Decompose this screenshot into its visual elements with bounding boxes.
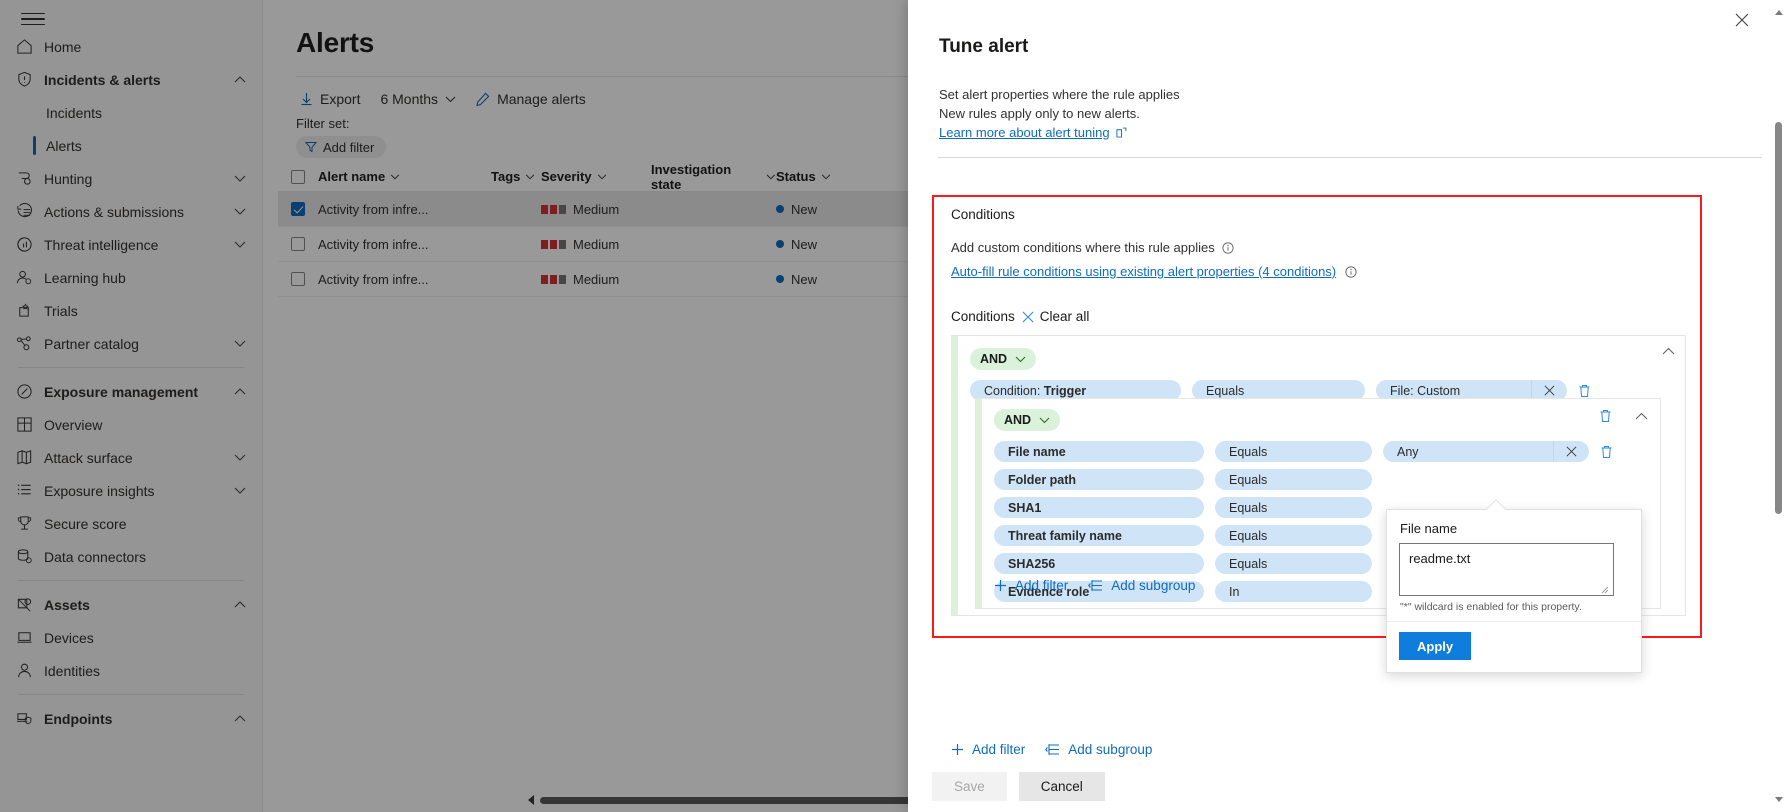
condition-property-pill[interactable]: Threat family name <box>994 525 1204 546</box>
conditions-title: Conditions <box>951 207 1015 222</box>
condition-operator-label: Equals <box>1229 529 1267 543</box>
resize-grip-icon[interactable] <box>1601 586 1609 594</box>
info-icon[interactable] <box>1222 242 1234 254</box>
scroll-up-arrow[interactable] <box>1775 10 1783 15</box>
cancel-button[interactable]: Cancel <box>1019 772 1105 801</box>
panel-description-line1: Set alert properties where the rule appl… <box>939 85 1180 104</box>
learn-more-link[interactable]: Learn more about alert tuning <box>939 123 1127 142</box>
learn-more-label: Learn more about alert tuning <box>939 123 1110 142</box>
autofill-row: Auto-fill rule conditions using existing… <box>951 264 1357 279</box>
delete-condition-icon[interactable] <box>1578 384 1591 398</box>
file-name-flyout: File name "*" wildcard is enabled for th… <box>1386 509 1642 673</box>
file-name-input[interactable] <box>1399 543 1614 596</box>
clear-all-button[interactable]: Clear all <box>1022 309 1090 324</box>
flyout-label: File name <box>1400 521 1457 536</box>
group-accent-bar <box>952 336 958 615</box>
condition-value-label: Any <box>1397 445 1419 459</box>
condition-operator-label: Equals <box>1229 473 1267 487</box>
conditions-description-label: Add custom conditions where this rule ap… <box>951 240 1215 255</box>
divider <box>1387 621 1641 622</box>
condition-operator-label: Equals <box>1229 445 1267 459</box>
scrollbar-thumb[interactable] <box>1775 122 1782 514</box>
modal-overlay[interactable] <box>0 0 908 812</box>
apply-button[interactable]: Apply <box>1399 632 1471 660</box>
condition-operator-pill[interactable]: Equals <box>1215 469 1372 490</box>
condition-operator-label: Equals <box>1206 384 1244 398</box>
panel-description-line2: New rules apply only to new alerts. <box>939 104 1180 123</box>
chevron-down-icon <box>1039 417 1050 424</box>
group-operator-label: AND <box>980 352 1007 366</box>
chevron-down-icon <box>1015 356 1026 363</box>
add-subgroup-button-outer[interactable]: Add subgroup <box>1045 742 1152 757</box>
panel-footer-buttons: Save Cancel <box>932 772 1105 801</box>
condition-row: Folder path Equals <box>994 469 1372 490</box>
add-filter-label: Add filter <box>972 742 1025 757</box>
condition-property-label: Threat family name <box>1008 529 1122 543</box>
inner-group-tools <box>1599 409 1648 423</box>
panel-description: Set alert properties where the rule appl… <box>939 85 1180 142</box>
external-link-icon <box>1116 127 1127 138</box>
conditions-subheader-row: Conditions Clear all <box>951 309 1089 324</box>
condition-operator-pill[interactable]: Equals <box>1215 553 1372 574</box>
condition-operator-pill[interactable]: Equals <box>1215 497 1372 518</box>
save-button[interactable]: Save <box>932 772 1007 801</box>
add-subgroup-button[interactable]: Add subgroup <box>1088 578 1195 593</box>
condition-operator-pill[interactable]: In <box>1215 581 1372 602</box>
condition-property-label: SHA256 <box>1008 557 1055 571</box>
condition-operator-label: In <box>1229 585 1239 599</box>
condition-row: Threat family name Equals <box>994 525 1372 546</box>
conditions-description: Add custom conditions where this rule ap… <box>951 240 1234 255</box>
add-filter-label: Add filter <box>1015 578 1068 593</box>
add-subgroup-icon <box>1088 579 1103 592</box>
condition-value-pill[interactable]: Any <box>1383 441 1589 462</box>
condition-operator-pill[interactable]: Equals <box>1215 525 1372 546</box>
condition-property-label: File name <box>1008 445 1066 459</box>
flyout-hint: "*" wildcard is enabled for this propert… <box>1400 601 1582 613</box>
clear-value-icon[interactable] <box>1553 441 1589 462</box>
add-subgroup-label: Add subgroup <box>1111 578 1195 593</box>
scroll-down-arrow[interactable] <box>1775 797 1783 802</box>
plus-icon <box>994 579 1007 592</box>
collapse-group-outer-icon[interactable] <box>1662 347 1675 355</box>
clear-all-label: Clear all <box>1040 309 1090 324</box>
autofill-link[interactable]: Auto-fill rule conditions using existing… <box>951 264 1336 279</box>
panel-scrollbar[interactable] <box>1775 10 1782 802</box>
condition-operator-pill[interactable]: Equals <box>1215 441 1372 462</box>
delete-condition-icon[interactable] <box>1600 445 1613 459</box>
condition-property-pill[interactable]: Folder path <box>994 469 1204 490</box>
panel-title: Tune alert <box>939 36 1028 58</box>
condition-row: File name Equals Any <box>994 441 1613 462</box>
collapse-group-inner-icon[interactable] <box>1635 412 1648 420</box>
inner-add-links: Add filter Add subgroup <box>994 578 1195 593</box>
condition-operator-label: Equals <box>1229 557 1267 571</box>
info-icon[interactable] <box>1345 266 1357 278</box>
close-icon[interactable] <box>1728 6 1756 34</box>
group-operator-inner[interactable]: AND <box>994 409 1060 431</box>
condition-row: SHA1 Equals <box>994 497 1372 518</box>
add-filter-button-outer[interactable]: Add filter <box>951 742 1025 757</box>
conditions-subheader: Conditions <box>951 309 1015 324</box>
condition-property-pill[interactable]: SHA256 <box>994 553 1204 574</box>
condition-property-label: Condition: Trigger <box>984 384 1086 398</box>
condition-property-pill[interactable]: File name <box>994 441 1204 462</box>
plus-icon <box>951 743 964 756</box>
add-filter-button[interactable]: Add filter <box>994 578 1068 593</box>
condition-property-pill[interactable]: SHA1 <box>994 497 1204 518</box>
outer-add-links: Add filter Add subgroup <box>951 742 1152 757</box>
add-subgroup-label: Add subgroup <box>1068 742 1152 757</box>
app-root: HomeIncidents & alertsIncidentsAlertsHun… <box>0 0 1788 812</box>
condition-property-label: Folder path <box>1008 473 1076 487</box>
close-icon <box>1022 311 1034 323</box>
delete-group-icon[interactable] <box>1599 409 1612 423</box>
group-operator-outer[interactable]: AND <box>970 348 1036 370</box>
group-operator-label: AND <box>1004 413 1031 427</box>
condition-property-label: SHA1 <box>1008 501 1041 515</box>
group-accent-bar <box>976 399 982 608</box>
condition-operator-label: Equals <box>1229 501 1267 515</box>
condition-value-label: File: Custom <box>1390 384 1460 398</box>
divider <box>938 157 1762 158</box>
condition-row: SHA256 Equals <box>994 553 1372 574</box>
add-subgroup-icon <box>1045 743 1060 756</box>
